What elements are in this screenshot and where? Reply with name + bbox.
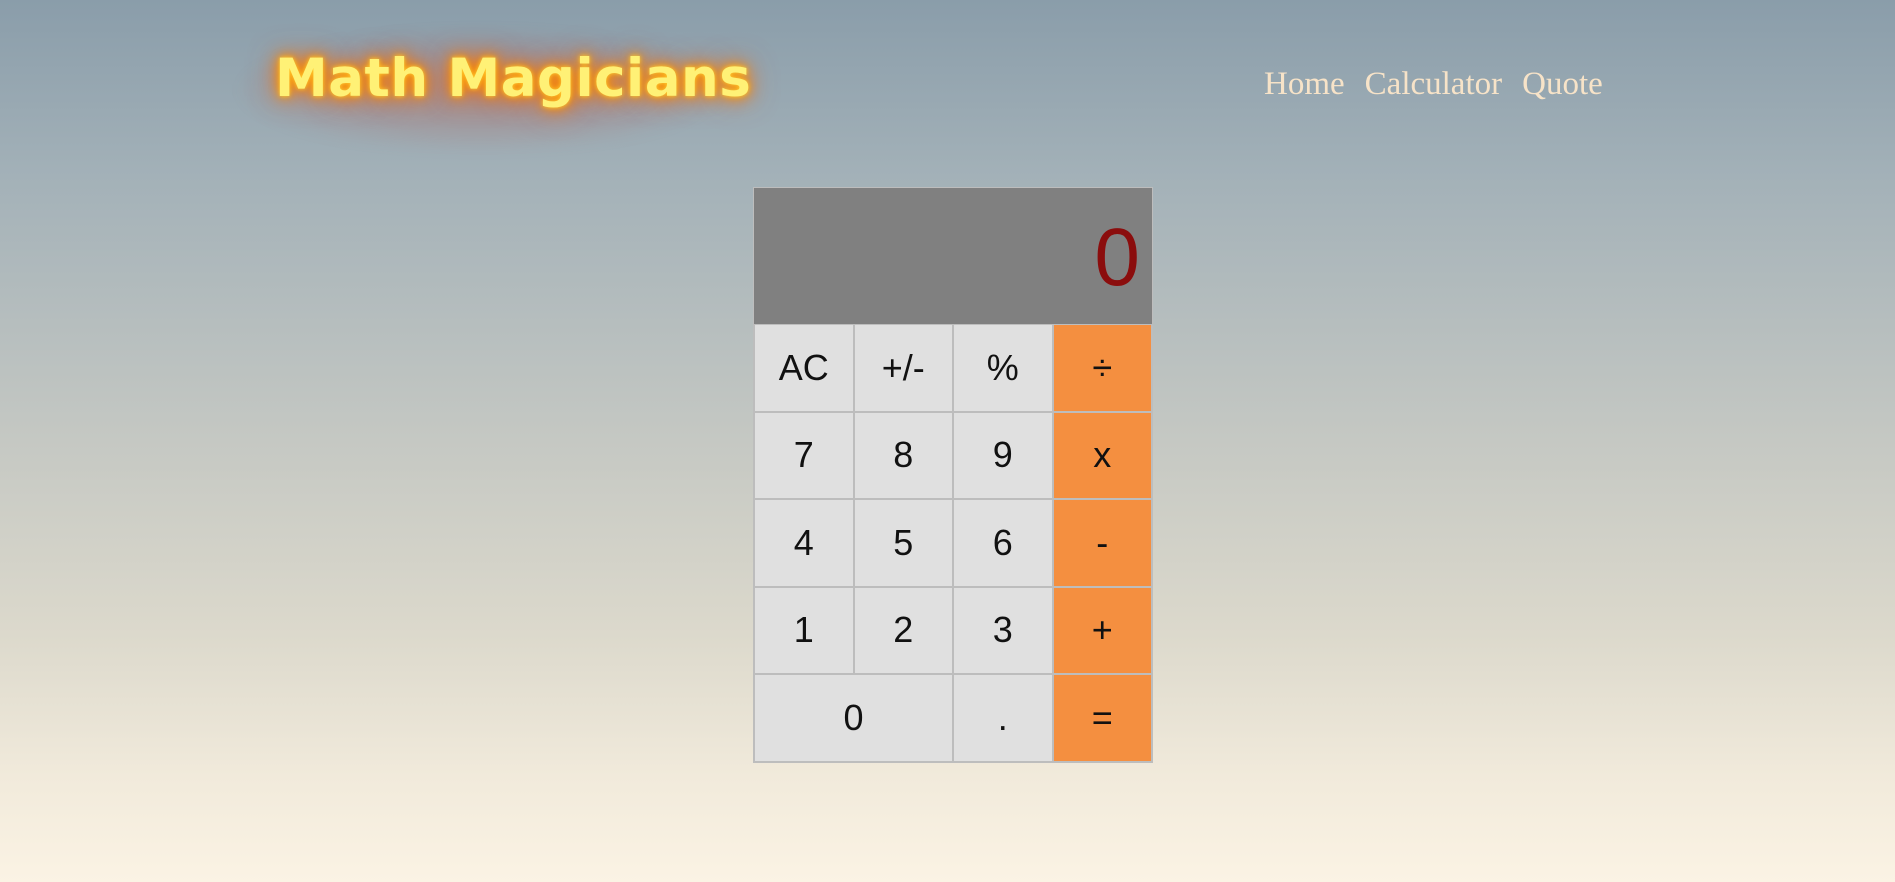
nav-link-calculator[interactable]: Calculator [1365,64,1502,104]
nav-link-quote[interactable]: Quote [1522,64,1603,104]
calculator-display: 0 [754,188,1152,324]
key-9[interactable]: 9 [953,411,1053,499]
main-nav: Home Calculator Quote [1264,64,1603,104]
key-divide[interactable]: ÷ [1052,324,1152,412]
key-4[interactable]: 4 [754,499,854,587]
key-multiply[interactable]: x [1052,411,1152,499]
key-add[interactable]: + [1052,586,1152,674]
key-8[interactable]: 8 [853,411,953,499]
site-logo: Math Magicians [275,48,752,109]
key-decimal[interactable]: . [953,674,1053,762]
key-subtract[interactable]: - [1052,499,1152,587]
key-5[interactable]: 5 [853,499,953,587]
calculator: 0 AC +/- % ÷ 7 8 9 x 4 5 6 - 1 2 3 + 0 .… [753,187,1153,763]
key-1[interactable]: 1 [754,586,854,674]
keypad: AC +/- % ÷ 7 8 9 x 4 5 6 - 1 2 3 + 0 . = [754,324,1152,762]
key-3[interactable]: 3 [953,586,1053,674]
key-percent[interactable]: % [953,324,1053,412]
nav-link-home[interactable]: Home [1264,64,1345,104]
key-equals[interactable]: = [1052,674,1152,762]
key-6[interactable]: 6 [953,499,1053,587]
header: Math Magicians Home Calculator Quote [0,0,1895,180]
key-2[interactable]: 2 [853,586,953,674]
key-7[interactable]: 7 [754,411,854,499]
key-all-clear[interactable]: AC [754,324,854,412]
key-toggle-sign[interactable]: +/- [853,324,953,412]
key-0[interactable]: 0 [754,674,953,762]
